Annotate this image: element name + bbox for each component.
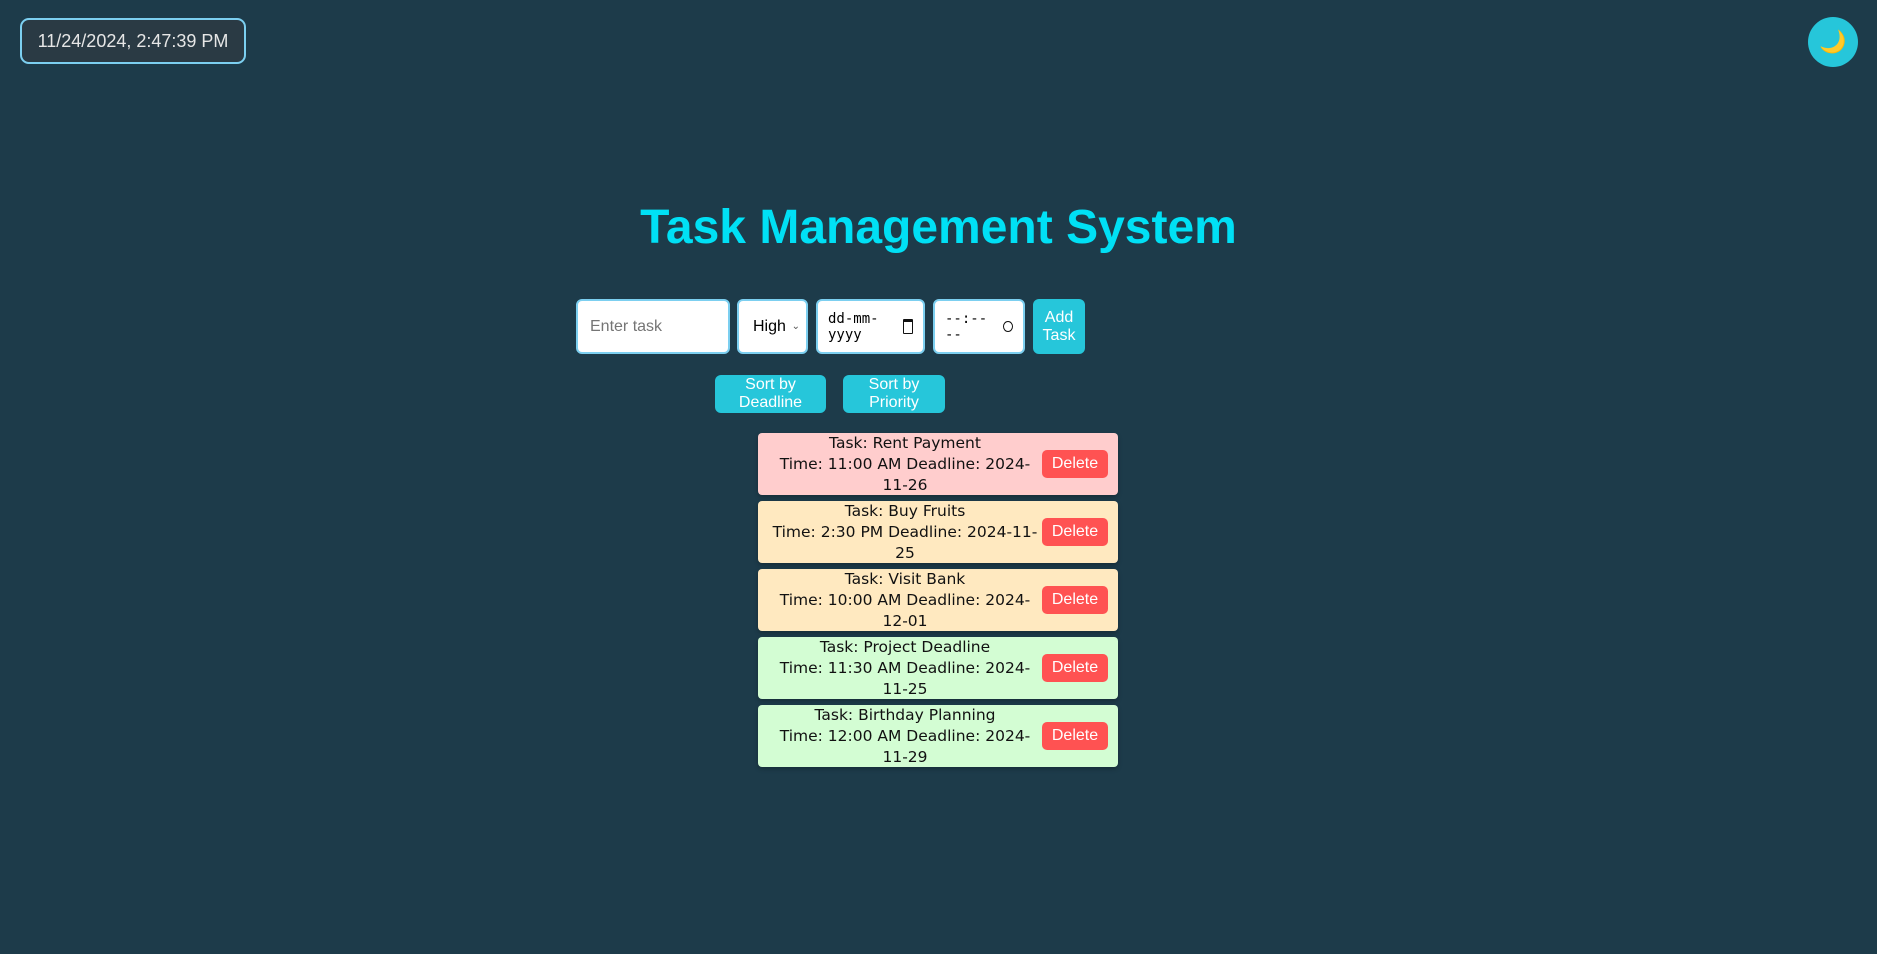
moon-icon: 🌙: [1819, 29, 1847, 54]
task-card: Task: Rent Payment Time: 11:00 AM Deadlin…: [758, 433, 1118, 495]
task-meta: Time: 10:00 AM Deadline: 2024-12-01: [779, 590, 1031, 630]
priority-value: High: [753, 317, 786, 335]
task-card: Task: Project Deadline Time: 11:30 AM Dea…: [758, 637, 1118, 699]
calendar-icon[interactable]: [903, 319, 913, 334]
theme-toggle-button[interactable]: 🌙: [1808, 17, 1858, 67]
task-name: Task: Visit Bank: [844, 569, 966, 588]
task-meta: Time: 12:00 AM Deadline: 2024-11-29: [779, 726, 1031, 766]
delete-button[interactable]: Delete: [1042, 450, 1108, 478]
chevron-down-icon: ⌄: [791, 321, 800, 332]
task-name: Task: Project Deadline: [819, 637, 991, 656]
task-meta: Time: 2:30 PM Deadline: 2024-11-25: [772, 522, 1038, 562]
priority-select[interactable]: High ⌄: [737, 299, 808, 354]
delete-button[interactable]: Delete: [1042, 722, 1108, 750]
task-meta: Time: 11:00 AM Deadline: 2024-11-26: [779, 454, 1031, 494]
task-name: Task: Rent Payment: [829, 433, 981, 452]
task-name: Task: Buy Fruits: [844, 501, 966, 520]
delete-button[interactable]: Delete: [1042, 518, 1108, 546]
date-placeholder: dd-mm-yyyy: [828, 310, 879, 343]
task-card: Task: Visit Bank Time: 10:00 AM Deadline:…: [758, 569, 1118, 631]
time-placeholder: --:-- --: [945, 310, 988, 343]
sort-by-priority-button[interactable]: Sort by Priority: [843, 375, 945, 413]
task-meta: Time: 11:30 AM Deadline: 2024-11-25: [779, 658, 1031, 698]
deadline-date-input[interactable]: dd-mm-yyyy: [816, 299, 925, 354]
add-task-button[interactable]: Add Task: [1033, 299, 1085, 354]
time-input[interactable]: --:-- --: [933, 299, 1025, 354]
delete-button[interactable]: Delete: [1042, 586, 1108, 614]
task-list: Task: Rent Payment Time: 11:00 AM Deadlin…: [758, 433, 1118, 773]
clock-icon[interactable]: [1003, 321, 1013, 332]
task-card: Task: Buy Fruits Time: 2:30 PM Deadline: …: [758, 501, 1118, 563]
task-input-placeholder: Enter task: [590, 317, 663, 335]
clock-display: 11/24/2024, 2:47:39 PM: [20, 18, 246, 64]
task-input[interactable]: Enter task: [576, 299, 730, 354]
task-name: Task: Birthday Planning: [814, 705, 996, 724]
sort-by-deadline-button[interactable]: Sort by Deadline: [715, 375, 826, 413]
page-title: Task Management System: [640, 201, 1237, 254]
delete-button[interactable]: Delete: [1042, 654, 1108, 682]
task-card: Task: Birthday Planning Time: 12:00 AM De…: [758, 705, 1118, 767]
